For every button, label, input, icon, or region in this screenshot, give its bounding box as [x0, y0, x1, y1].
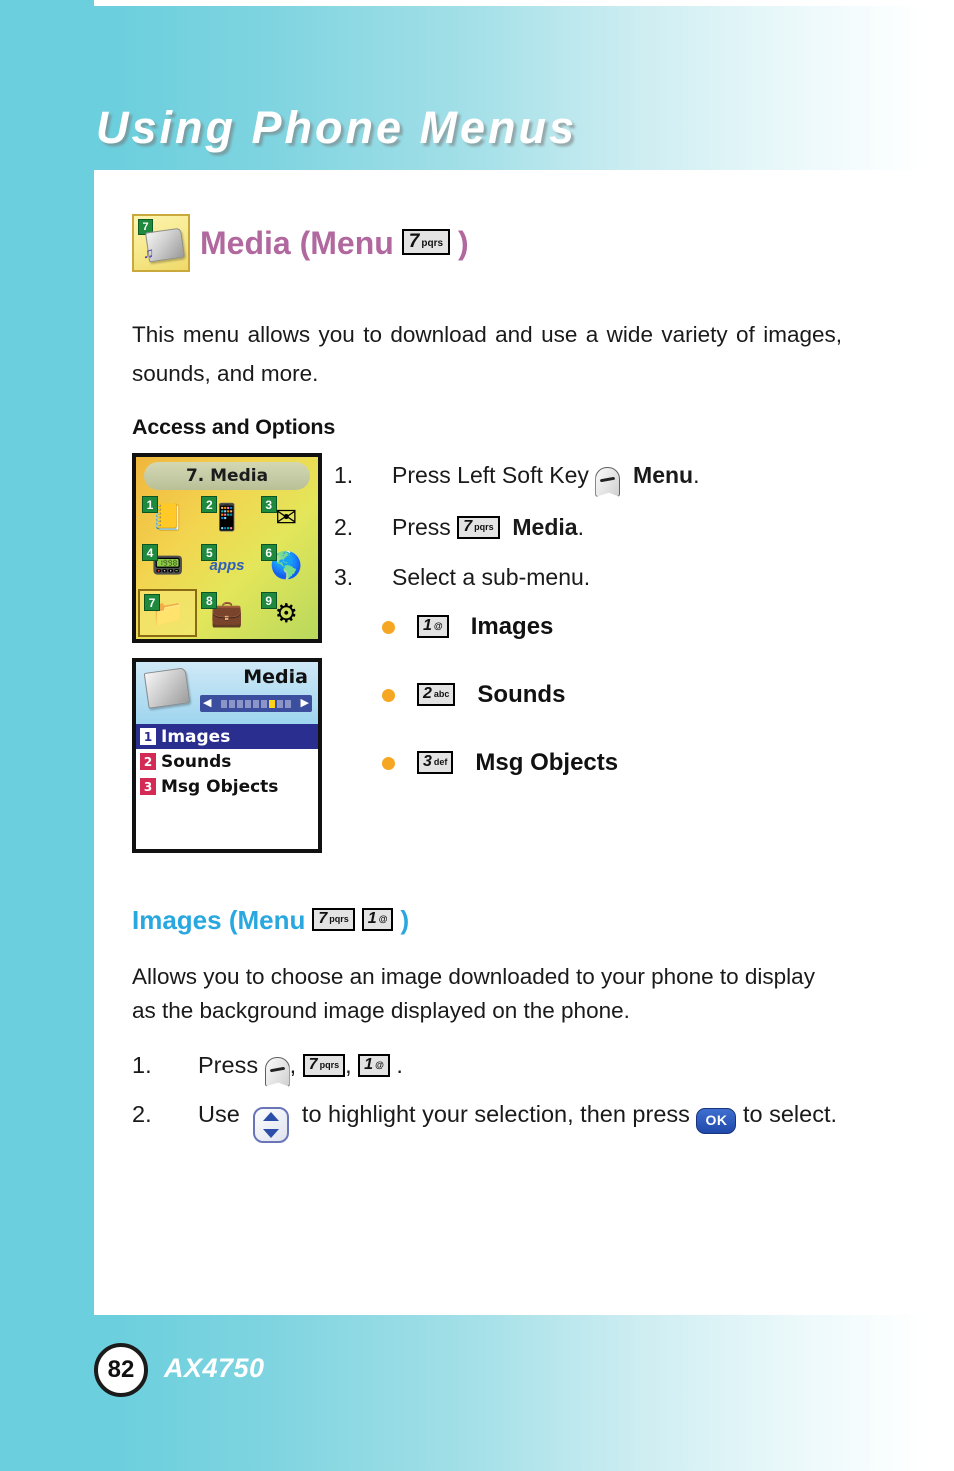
- key-3-def-icon: 3 def: [417, 750, 454, 774]
- media-heading-suffix: ): [458, 224, 469, 261]
- access-step-3: 3. Select a sub-menu.: [334, 564, 894, 592]
- images-heading-suffix: ): [400, 905, 410, 935]
- list-item: 3 def Msg Objects: [382, 749, 852, 777]
- images-step-2: 2. Use to highlight your selection, then…: [132, 1098, 872, 1143]
- page-title: Using Phone Menus: [96, 102, 578, 153]
- media-heading-prefix: Media (Menu: [200, 224, 394, 261]
- page-header: Using Phone Menus: [0, 6, 954, 170]
- main-menu-grid: 1 📒 2 📱 3 ✉ 4 📟 5 apps 6 🌎 7 📁 8 💼 9 ⚙: [138, 493, 316, 637]
- screenshot-media-submenu: Media ◀ ▶ 1 Images 2 Sounds 3 Msg Object…: [132, 658, 322, 853]
- list-item: 2 Sounds: [136, 749, 318, 774]
- media-section-heading: 7 ♫ Media (Menu 7 pqrs ): [132, 214, 469, 272]
- pager-left-arrow-icon: ◀: [203, 697, 212, 709]
- images-heading-prefix: Images (Menu: [132, 905, 306, 935]
- left-color-strip: [0, 0, 94, 1471]
- pager-dots: [213, 699, 298, 708]
- media-folder-icon: [143, 667, 191, 709]
- images-step-2-text: Use to highlight your selection, then pr…: [198, 1098, 872, 1143]
- content-panel: 7 ♫ Media (Menu 7 pqrs ) This menu allows…: [94, 170, 954, 1315]
- media-submenu-list: 1 Images 2 Sounds 3 Msg Objects: [136, 724, 318, 849]
- bullet-dot-icon: [382, 620, 395, 634]
- access-step-2-text: Press 7 pqrs Media.: [392, 514, 584, 540]
- access-step-1-text: Press Left Soft Key Menu.: [392, 462, 894, 497]
- media-submenu-title: Media: [243, 666, 308, 688]
- list-item: 2 abc Sounds: [382, 681, 852, 709]
- navigation-key-icon: [252, 1106, 289, 1143]
- access-steps-list: 1. Press Left Soft Key Menu. 2. Press 7p…: [334, 462, 894, 613]
- screenshot-main-menu: 7. Media 1 📒 2 📱 3 ✉ 4 📟 5 apps 6 🌎 7 📁 …: [132, 453, 322, 643]
- images-step-1: 1. Press , 7 pqrs, 1 @ .: [132, 1050, 872, 1087]
- key-7-pqrs-icon: 7 pqrs: [312, 908, 355, 931]
- page-number-badge: 82: [94, 1343, 148, 1397]
- list-item: 1 Images: [136, 724, 318, 749]
- screenshot-main-menu-title: 7. Media: [144, 462, 310, 490]
- left-soft-key-icon: [595, 467, 621, 497]
- access-step-2: 2. Press 7 pqrs Media.: [334, 514, 894, 542]
- menu-cell-3: 3 ✉: [257, 493, 316, 541]
- access-and-options-heading: Access and Options: [132, 415, 336, 439]
- key-1-at-icon: 1 @: [417, 614, 449, 638]
- menu-cell-7-selected: 7 📁: [138, 589, 198, 637]
- menu-cell-5: 5 apps: [197, 541, 256, 589]
- submenu-bullet-list: 1 @ Images 2 abc Sounds 3 def Msg Objects: [382, 613, 852, 817]
- menu-cell-9: 9 ⚙: [257, 589, 316, 637]
- images-section-heading: Images (Menu 7 pqrs 1 @ ): [132, 905, 409, 936]
- list-item: 1 @ Images: [382, 613, 852, 641]
- menu-pager-bar: ◀ ▶: [200, 695, 312, 712]
- media-heading-text: Media (Menu 7 pqrs ): [200, 225, 469, 262]
- bullet-label: Sounds: [477, 681, 566, 708]
- bullet-label: Images: [470, 613, 554, 640]
- bullet-label: Msg Objects: [475, 749, 619, 776]
- left-soft-key-icon: [264, 1056, 290, 1087]
- images-step-1-text: Press , 7 pqrs, 1 @ .: [198, 1050, 872, 1087]
- bullet-dot-icon: [382, 756, 395, 770]
- key-2-abc-icon: 2 abc: [417, 682, 456, 706]
- media-submenu-header: Media ◀ ▶: [136, 662, 318, 724]
- list-item: 3 Msg Objects: [136, 774, 318, 799]
- model-name: AX4750: [164, 1353, 265, 1383]
- ok-key-icon: OK: [696, 1107, 737, 1134]
- key-7-pqrs-icon: 7 pqrs: [401, 229, 451, 255]
- menu-cell-4: 4 📟: [138, 541, 197, 589]
- access-step-1: 1. Press Left Soft Key Menu.: [334, 462, 894, 497]
- menu-cell-8: 8 💼: [197, 589, 256, 637]
- media-folder-icon: 7 ♫: [132, 214, 190, 272]
- key-7-pqrs-icon: 7 pqrs: [302, 1054, 346, 1078]
- media-intro-paragraph: This menu allows you to download and use…: [132, 322, 842, 386]
- key-7-pqrs-icon: 7 pqrs: [457, 516, 500, 540]
- page-footer: 82 AX4750: [0, 1315, 954, 1471]
- access-step-3-text: Select a sub-menu.: [392, 563, 591, 590]
- images-steps-list: 1. Press , 7 pqrs, 1 @ . 2. Use to highlig…: [132, 1050, 872, 1150]
- menu-cell-1: 1 📒: [138, 493, 197, 541]
- menu-cell-6: 6 🌎: [257, 541, 316, 589]
- menu-cell-2: 2 📱: [197, 493, 256, 541]
- pager-right-arrow-icon: ▶: [300, 697, 309, 709]
- key-1-at-icon: 1 @: [358, 1054, 390, 1078]
- key-1-at-icon: 1 @: [361, 908, 394, 931]
- images-paragraph: Allows you to choose an image downloaded…: [132, 964, 815, 1023]
- music-note-icon: ♫: [143, 245, 155, 262]
- bullet-dot-icon: [382, 688, 395, 702]
